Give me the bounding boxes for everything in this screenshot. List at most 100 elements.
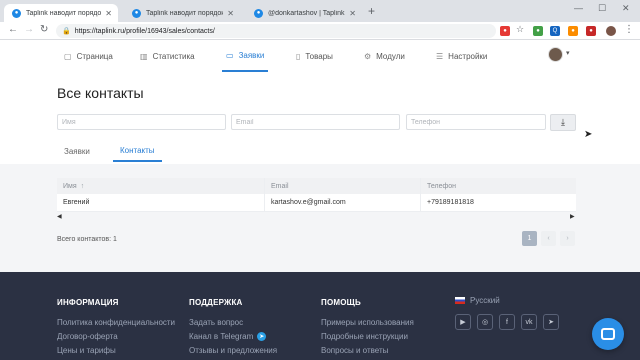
footer-link[interactable]: Подробные инструкции [321, 332, 408, 341]
footer-link[interactable]: Договор-оферта [57, 332, 118, 341]
footer-heading-support: ПОДДЕРЖКА [189, 298, 243, 307]
extension-icon[interactable]: ● [568, 26, 578, 36]
download-button[interactable]: ⤓ [550, 114, 576, 131]
settings-icon: ☰ [436, 51, 444, 61]
url-field[interactable]: 🔒 https://taplink.ru/profile/16943/sales… [56, 24, 496, 38]
footer-link-label: Канал в Telegram [189, 332, 254, 341]
maximize-icon[interactable]: ☐ [598, 3, 606, 14]
lock-icon: 🔒 [62, 28, 71, 35]
footer-link[interactable]: Вопросы и ответы [321, 346, 388, 355]
page-button-current[interactable]: 1 [522, 231, 537, 246]
phone-filter-input[interactable] [406, 114, 546, 130]
taplink-favicon-icon: ● [254, 8, 263, 18]
sort-up-icon[interactable]: ↑ [81, 183, 85, 190]
scroll-right-icon[interactable]: ▶ [570, 213, 575, 220]
extension-icon[interactable]: ● [533, 26, 543, 36]
taplink-favicon-icon: ● [132, 8, 141, 18]
bookmark-star-icon[interactable]: ☆ [516, 24, 524, 35]
footer-link[interactable]: Отзывы и предложения [189, 346, 277, 355]
browser-address-bar: ← → ↻ 🔒 https://taplink.ru/profile/16943… [0, 22, 640, 40]
inbox-icon: ▭ [226, 50, 234, 60]
minimize-icon[interactable]: — [574, 3, 583, 13]
column-header-name[interactable]: Имя ↑ [57, 178, 265, 194]
back-icon[interactable]: ← [8, 24, 18, 35]
tab-label: Контакты [120, 145, 155, 155]
extension-icon[interactable]: ● [586, 26, 596, 36]
nav-item-settings[interactable]: ☰ Настройки [436, 40, 487, 72]
close-tab-icon[interactable]: ✕ [105, 9, 112, 18]
name-filter-input[interactable] [57, 114, 226, 130]
user-avatar[interactable] [548, 47, 563, 62]
browser-tab-title: Taplink наводит порядок в Insta [26, 9, 102, 17]
prev-page-button[interactable]: ‹ [541, 231, 556, 246]
browser-menu-icon[interactable]: ⋮ [624, 24, 634, 35]
chevron-right-icon: › [566, 235, 569, 242]
nav-item-label: Заявки [238, 50, 265, 60]
close-window-icon[interactable]: ✕ [622, 3, 630, 14]
facebook-icon[interactable]: f [499, 314, 515, 330]
column-header-email[interactable]: Email [265, 178, 421, 194]
next-page-button[interactable]: › [560, 231, 575, 246]
browser-tab-3[interactable]: ● @donkartashov | Taplink.cc ✕ [246, 4, 362, 22]
browser-tab-title: @donkartashov | Taplink.cc [268, 9, 346, 17]
cell-phone: +79189181818 [427, 199, 474, 206]
nav-item-label: Модули [376, 51, 405, 61]
instagram-icon[interactable]: ◎ [477, 314, 493, 330]
chevron-left-icon: ‹ [547, 235, 550, 242]
reload-icon[interactable]: ↻ [40, 24, 48, 35]
nav-item-label: Статистика [152, 51, 195, 61]
browser-tab-2[interactable]: ● Taplink наводит порядок в Insta ✕ [124, 4, 240, 22]
footer-heading-info: ИНФОРМАЦИЯ [57, 298, 119, 307]
products-icon: ▯ [296, 51, 301, 61]
tab-contacts[interactable]: Контакты [113, 140, 162, 162]
mouse-cursor-icon: ➤ [584, 129, 593, 140]
extension-icon[interactable]: ● [500, 26, 510, 36]
language-label: Русский [470, 296, 500, 305]
contacts-table: Имя ↑ Email Телефон Евгений kartashov.e@… [57, 178, 576, 212]
chat-icon [601, 328, 615, 340]
nav-item-modules[interactable]: ⚙ Модули [364, 40, 405, 72]
nav-item-stats[interactable]: ▥ Статистика [140, 40, 195, 72]
footer-link[interactable]: Примеры использования [321, 318, 414, 327]
tab-requests[interactable]: Заявки [64, 140, 90, 162]
nav-item-products[interactable]: ▯ Товары [296, 40, 333, 72]
chevron-down-icon[interactable]: ▾ [566, 49, 570, 57]
total-contacts-count: Всего контактов: 1 [57, 236, 117, 243]
footer-link[interactable]: Задать вопрос [189, 318, 243, 327]
column-label: Имя [63, 182, 77, 190]
download-icon: ⤓ [561, 117, 565, 127]
vk-icon[interactable]: vk [521, 314, 537, 330]
profile-avatar-icon[interactable] [606, 26, 616, 36]
modules-icon: ⚙ [364, 51, 372, 61]
nav-item-requests[interactable]: ▭ Заявки [222, 40, 269, 72]
taplink-favicon-icon: ● [12, 8, 21, 18]
column-label: Email [271, 182, 289, 190]
chat-button[interactable] [592, 318, 624, 350]
scroll-left-icon[interactable]: ◀ [57, 213, 62, 220]
language-selector[interactable]: Русский [455, 296, 500, 305]
nav-item-label: Страница [76, 51, 113, 61]
nav-item-label: Товары [305, 51, 333, 61]
footer-link-telegram[interactable]: Канал в Telegram ➤ [189, 332, 267, 341]
browser-tab-strip: ● Taplink наводит порядок в Insta ✕ ● Ta… [0, 0, 640, 22]
footer-link[interactable]: Политика конфиденциальности [57, 318, 175, 327]
column-header-phone[interactable]: Телефон [421, 178, 576, 194]
footer-link[interactable]: Цены и тарифы [57, 346, 116, 355]
nav-item-page[interactable]: ▢ Страница [64, 40, 113, 72]
table-row[interactable]: Евгений kartashov.e@gmail.com +791891818… [57, 194, 576, 212]
telegram-icon[interactable]: ➤ [543, 314, 559, 330]
stats-icon: ▥ [140, 51, 148, 61]
telegram-icon: ➤ [257, 332, 267, 341]
new-tab-icon[interactable]: + [368, 4, 375, 18]
extension-icon[interactable]: Q [550, 26, 560, 36]
russia-flag-icon [455, 297, 465, 304]
browser-tab-1[interactable]: ● Taplink наводит порядок в Insta ✕ [4, 4, 118, 22]
youtube-icon[interactable]: ▶ [455, 314, 471, 330]
cell-email: kartashov.e@gmail.com [265, 194, 421, 211]
close-tab-icon[interactable]: ✕ [227, 9, 234, 18]
tab-label: Заявки [64, 146, 90, 156]
email-filter-input[interactable] [231, 114, 400, 130]
forward-icon[interactable]: → [24, 24, 34, 35]
close-tab-icon[interactable]: ✕ [349, 9, 356, 18]
nav-item-label: Настройки [448, 51, 488, 61]
